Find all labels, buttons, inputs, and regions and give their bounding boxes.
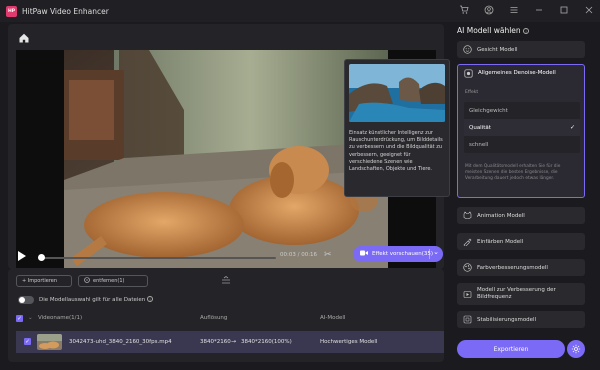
file-list-panel: + Importieren entfernen(1) Die Modellaus… <box>8 269 444 362</box>
close-icon[interactable] <box>583 4 594 15</box>
effect-label: Effekt <box>465 90 479 95</box>
collapse-icon[interactable] <box>220 275 232 287</box>
scissors-icon[interactable]: ✂ <box>324 250 332 260</box>
app-logo: HP <box>6 5 17 17</box>
effect-option-quality-label: Qualität <box>469 124 491 131</box>
maximize-icon[interactable] <box>558 4 569 15</box>
model-tooltip: Einsatz künstlicher Intelligenz zur Raus… <box>344 59 450 197</box>
preview-effect-button[interactable]: Effekt vorschauen(35) ⌄ <box>353 246 443 262</box>
import-button[interactable]: + Importieren <box>16 275 72 287</box>
gear-icon[interactable] <box>567 340 585 358</box>
arrow-right-icon: → <box>231 338 237 345</box>
apply-all-label: Die Modellauswahl gilt für alle Dateien … <box>39 296 154 303</box>
model-stabilize[interactable]: Stabilisierungsmodell <box>457 311 585 328</box>
play-button[interactable] <box>18 251 26 261</box>
apply-all-text: Die Modellauswahl gilt für alle Dateien <box>39 297 146 303</box>
face-icon <box>463 45 472 54</box>
header-ai-model: AI-Modell <box>320 315 346 321</box>
model-color-enhance[interactable]: Farbverbesserungsmodell <box>457 259 585 276</box>
model-frame-rate-label: Modell zur Verbesserung der Bildfrequenz <box>477 287 556 300</box>
sidebar-title: AI Modell wählen i <box>457 26 530 35</box>
header-resolution: Auflösung <box>200 315 228 321</box>
chevron-down-icon[interactable]: ⌄ <box>433 248 439 256</box>
model-stabilize-label: Stabilisierungsmodell <box>477 316 537 323</box>
cart-icon[interactable] <box>458 4 469 15</box>
remove-button-label: entfernen(1) <box>93 278 125 284</box>
preview-effect-label: Effekt vorschauen(35) <box>372 251 434 257</box>
toggle-knob <box>19 297 25 303</box>
sidebar-title-text: AI Modell wählen <box>457 26 521 35</box>
model-color-enhance-label: Farbverbesserungsmodell <box>477 264 548 271</box>
model-animation[interactable]: Animation Modell <box>457 207 585 224</box>
model-colorize[interactable]: Einfärben Modell <box>457 233 585 250</box>
model-description: Mit dem Qualitätsmodell erhalten Sie für… <box>465 164 561 181</box>
colorize-icon <box>463 237 472 246</box>
select-all-checkbox[interactable]: ✓ <box>16 315 23 322</box>
remove-button[interactable]: entfernen(1) <box>78 275 148 287</box>
app-title: HitPaw Video Enhancer <box>22 6 109 16</box>
seek-bar[interactable] <box>38 257 276 259</box>
apply-all-toggle[interactable] <box>18 296 34 304</box>
video-thumbnail <box>37 334 62 350</box>
denoise-icon <box>464 68 473 78</box>
tooltip-preview-image <box>349 64 445 122</box>
table-row[interactable]: ✓ 3042473-uhd_3840_2160_30fps.mp4 3840*2… <box>16 331 444 353</box>
divider <box>429 249 430 259</box>
row-resolution-source: 3840*2160 <box>200 339 231 345</box>
trash-icon <box>84 277 90 285</box>
model-denoise-header: Allgemeines Denoise-Modell <box>458 65 562 81</box>
effect-option-balance-label: Gleichgewicht <box>469 107 508 114</box>
animation-icon <box>463 211 472 220</box>
seek-handle[interactable] <box>38 254 45 261</box>
model-colorize-label: Einfärben Modell <box>477 238 524 245</box>
info-icon[interactable]: i <box>147 296 154 302</box>
info-icon[interactable]: i <box>523 28 530 34</box>
model-frame-rate[interactable]: Modell zur Verbesserung der Bildfrequenz <box>457 283 585 305</box>
row-checkbox[interactable]: ✓ <box>24 338 31 345</box>
video-camera-icon <box>360 250 368 258</box>
model-face-label: Gesicht Modell <box>477 46 518 53</box>
video-frame <box>64 50 388 268</box>
tooltip-text: Einsatz künstlicher Intelligenz zur Raus… <box>349 130 443 173</box>
effect-option-fast-label: schnell <box>469 141 489 148</box>
model-general-denoise[interactable]: Allgemeines Denoise-Modell Effekt Gleich… <box>457 64 585 198</box>
row-filename: 3042473-uhd_3840_2160_30fps.mp4 <box>69 339 172 345</box>
frame-rate-icon <box>463 290 472 299</box>
row-ai-model: Hochwertiges Modell <box>320 339 378 345</box>
export-button[interactable]: Exportieren <box>457 340 565 358</box>
model-sidebar: AI Modell wählen i Gesicht Modell Allgem… <box>449 24 596 364</box>
menu-icon[interactable] <box>508 4 519 15</box>
effect-option-balance[interactable]: Gleichgewicht <box>464 102 580 119</box>
check-icon: ✓ <box>569 124 575 131</box>
model-animation-label: Animation Modell <box>477 212 525 219</box>
time-display: 00:03 / 00:16 <box>280 252 318 258</box>
effect-option-quality[interactable]: Qualität ✓ <box>464 119 580 136</box>
effect-options: Gleichgewicht Qualität ✓ schnell <box>464 102 580 153</box>
stabilize-icon <box>463 315 472 324</box>
title-bar: HP HitPaw Video Enhancer <box>0 0 600 22</box>
import-button-label: + Importieren <box>22 278 58 284</box>
chevron-down-icon[interactable]: ⌄ <box>28 315 33 321</box>
player-controls: 00:03 / 00:16 ✂ Effekt vorschauen(35) ⌄ <box>8 244 444 266</box>
header-videoname: Videoname(1/1) <box>38 315 83 321</box>
effect-option-fast[interactable]: schnell <box>464 136 580 153</box>
model-face[interactable]: Gesicht Modell <box>457 41 585 58</box>
table-header: ✓ ⌄ Videoname(1/1) Auflösung AI-Modell <box>16 313 436 325</box>
minimize-icon[interactable] <box>533 4 544 15</box>
model-denoise-label: Allgemeines Denoise-Modell <box>478 70 556 76</box>
row-resolution-target: 3840*2160(100%) <box>241 339 292 345</box>
account-icon[interactable] <box>483 4 494 15</box>
color-enhance-icon <box>463 263 472 272</box>
home-icon[interactable] <box>18 32 30 44</box>
